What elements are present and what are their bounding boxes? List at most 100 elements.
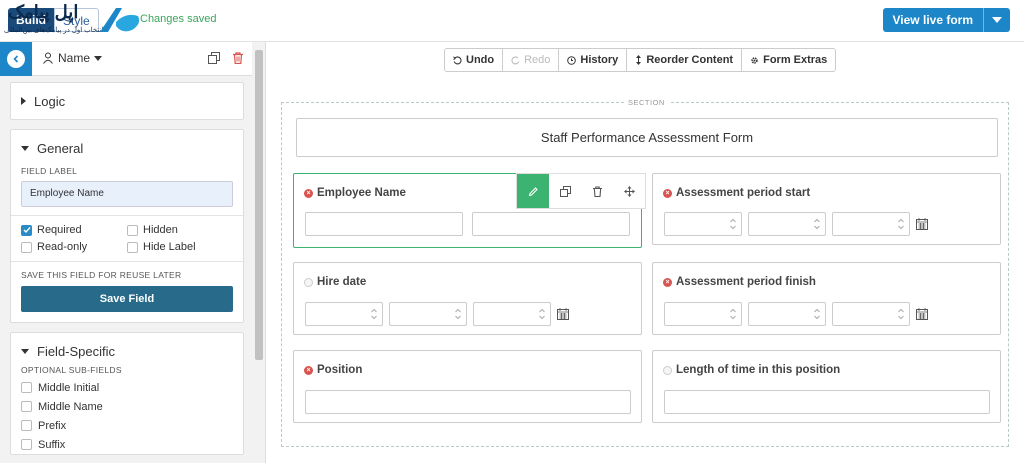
- subfield-middle-initial[interactable]: Middle Initial: [21, 378, 233, 397]
- length-of-time-input[interactable]: [664, 390, 990, 414]
- logic-card: Logic: [10, 82, 244, 120]
- month-select[interactable]: [664, 212, 742, 236]
- hidden-label: Hidden: [143, 224, 178, 236]
- calendar-icon[interactable]: [557, 308, 569, 320]
- subfield-label: Prefix: [38, 419, 67, 432]
- back-icon: [7, 50, 25, 68]
- panel-header: Name: [0, 42, 252, 76]
- first-name-input[interactable]: [305, 212, 463, 236]
- checkbox-icon[interactable]: [21, 401, 32, 412]
- form-title[interactable]: Staff Performance Assessment Form: [296, 118, 998, 157]
- read-only-checkbox[interactable]: Read-only: [21, 241, 127, 253]
- day-select[interactable]: [748, 302, 826, 326]
- subfield-prefix[interactable]: Prefix: [21, 416, 233, 435]
- undo-button[interactable]: Undo: [445, 49, 504, 71]
- back-button[interactable]: [0, 42, 32, 76]
- caret-down-icon: [21, 145, 29, 151]
- field-label-input[interactable]: Employee Name: [21, 181, 233, 207]
- redo-label: Redo: [524, 54, 551, 66]
- top-bar: Build Style اپل پیامک انتخاب اول در پیام…: [0, 0, 1024, 42]
- hide-label-checkbox[interactable]: Hide Label: [127, 241, 233, 253]
- assessment-period-start-field[interactable]: × Assessment period start: [652, 173, 1001, 245]
- field-options: Required Hidden Read-only Hide Label: [11, 224, 243, 253]
- save-status: Changes saved: [140, 13, 217, 25]
- undo-label: Undo: [466, 54, 495, 66]
- person-icon: [43, 52, 53, 64]
- day-select[interactable]: [389, 302, 467, 326]
- field-tools: [516, 173, 646, 209]
- redo-button[interactable]: Redo: [503, 49, 560, 71]
- position-label: Position: [317, 364, 363, 376]
- spinner-icon: [898, 218, 904, 230]
- subfield-label: Suffix: [38, 438, 66, 451]
- form-extras-button[interactable]: Form Extras: [742, 49, 835, 71]
- checkbox-checked-icon[interactable]: [21, 224, 32, 236]
- position-input[interactable]: [305, 390, 631, 414]
- spinner-icon: [814, 308, 820, 320]
- history-label: History: [580, 54, 619, 66]
- history-button[interactable]: History: [559, 49, 628, 71]
- field-specific-title: Field-Specific: [37, 343, 116, 359]
- month-select[interactable]: [664, 302, 742, 326]
- form-extras-label: Form Extras: [763, 54, 828, 66]
- caret-right-icon: [21, 97, 26, 105]
- panel-content: Logic General FIELD LABEL Employee Name …: [10, 82, 244, 463]
- logic-toggle[interactable]: Logic: [11, 83, 243, 119]
- save-field-button[interactable]: Save Field: [21, 286, 233, 312]
- pencil-icon[interactable]: [517, 174, 549, 208]
- checkbox-icon[interactable]: [21, 420, 32, 431]
- logic-title: Logic: [34, 93, 66, 109]
- year-select[interactable]: [832, 302, 910, 326]
- view-live-form-label[interactable]: View live form: [883, 8, 984, 32]
- checkbox-icon[interactable]: [21, 241, 32, 253]
- checkbox-icon[interactable]: [21, 439, 32, 450]
- trash-icon[interactable]: [232, 52, 244, 64]
- save-caption: SAVE THIS FIELD FOR REUSE LATER: [21, 270, 182, 280]
- required-checkbox[interactable]: Required: [21, 224, 127, 236]
- field-type-dropdown[interactable]: Name: [42, 51, 103, 65]
- checkbox-icon[interactable]: [127, 224, 138, 236]
- month-select[interactable]: [305, 302, 383, 326]
- day-select[interactable]: [748, 212, 826, 236]
- year-select[interactable]: [473, 302, 551, 326]
- subfield-list: Middle Initial Middle Name Prefix Suffix: [11, 378, 243, 454]
- checkbox-icon[interactable]: [127, 241, 138, 253]
- field-label: Length of time in this position: [663, 364, 840, 376]
- hire-date-label: Hire date: [317, 276, 367, 288]
- move-icon[interactable]: [613, 174, 645, 208]
- trash-icon[interactable]: [581, 174, 613, 208]
- copy-icon[interactable]: [549, 174, 581, 208]
- required-icon: ×: [663, 277, 672, 287]
- view-live-form-button[interactable]: View live form: [882, 8, 1010, 32]
- form-canvas: Undo Redo History Reorder Content Form E…: [266, 42, 1024, 463]
- calendar-icon[interactable]: [916, 218, 928, 230]
- subfield-middle-name[interactable]: Middle Name: [21, 397, 233, 416]
- year-select[interactable]: [832, 212, 910, 236]
- chevron-down-icon[interactable]: [984, 8, 1010, 32]
- spinner-icon: [730, 308, 736, 320]
- length-of-time-label: Length of time in this position: [676, 364, 841, 376]
- checkbox-icon[interactable]: [21, 382, 32, 393]
- hire-date-field[interactable]: Hire date: [293, 262, 642, 335]
- assessment-period-finish-field[interactable]: × Assessment period finish: [652, 262, 1001, 335]
- general-title: General: [37, 140, 84, 156]
- field-specific-toggle[interactable]: Field-Specific: [11, 333, 243, 369]
- subfield-suffix[interactable]: Suffix: [21, 435, 233, 454]
- gear-icon: [751, 56, 758, 64]
- optional-icon: [663, 365, 672, 375]
- copy-icon[interactable]: [208, 52, 220, 64]
- general-toggle[interactable]: General: [11, 130, 243, 166]
- reorder-content-button[interactable]: Reorder Content: [627, 49, 743, 71]
- length-of-time-field[interactable]: Length of time in this position: [652, 350, 1001, 423]
- field-label: × Assessment period start: [663, 187, 810, 199]
- hidden-checkbox[interactable]: Hidden: [127, 224, 233, 236]
- undo-icon: [453, 55, 462, 64]
- position-field[interactable]: × Position: [293, 350, 642, 423]
- field-label: × Employee Name: [304, 187, 406, 199]
- field-label: × Position: [304, 364, 362, 376]
- panel-scrollbar[interactable]: [253, 42, 265, 463]
- last-name-input[interactable]: [472, 212, 630, 236]
- calendar-icon[interactable]: [916, 308, 928, 320]
- watermark-text: اپل پیامک: [8, 2, 79, 22]
- scrollbar-thumb[interactable]: [255, 50, 263, 360]
